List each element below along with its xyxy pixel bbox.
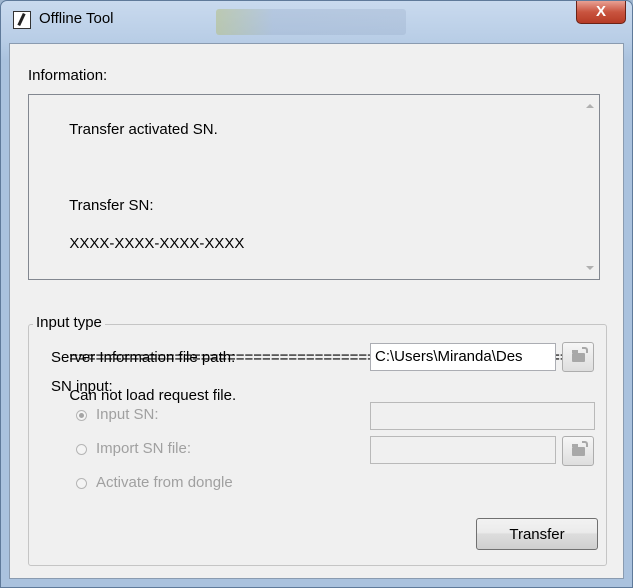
title-bar[interactable]: Offline Tool X [1, 1, 632, 43]
app-icon [13, 11, 31, 29]
import-sn-file-label: Import SN file: [96, 440, 192, 457]
input-sn-radio[interactable] [76, 410, 87, 421]
activate-from-dongle-label: Activate from dongle [96, 474, 233, 491]
information-label: Information: [28, 67, 108, 84]
server-info-path-field[interactable]: C:\Users\Miranda\Des [370, 343, 556, 371]
vertical-scrollbar[interactable] [582, 95, 599, 279]
import-sn-file-field[interactable] [370, 436, 556, 464]
info-line: Transfer activated SN. [69, 121, 218, 138]
information-textbox[interactable]: Transfer activated SN. Transfer SN: XXXX… [28, 94, 600, 404]
input-sn-field[interactable] [370, 402, 595, 430]
dialog-body: Information: Transfer activated SN. Tran… [9, 43, 624, 579]
sn-input-label: SN input: [51, 378, 113, 395]
input-type-legend: Input type [33, 314, 105, 331]
scroll-down-icon[interactable] [586, 266, 594, 270]
activate-from-dongle-radio[interactable] [76, 478, 87, 489]
scroll-up-icon[interactable] [586, 104, 594, 108]
folder-open-icon [572, 347, 588, 362]
server-info-label: Server Information file path: [51, 349, 236, 366]
info-line: XXXX-XXXX-XXXX-XXXX [69, 235, 245, 252]
input-sn-label: Input SN: [96, 406, 159, 423]
import-sn-file-radio[interactable] [76, 444, 87, 455]
offline-tool-window: Offline Tool X Information: Transfer act… [0, 0, 633, 588]
server-info-browse-button[interactable] [562, 342, 594, 372]
import-sn-browse-button[interactable] [562, 436, 594, 466]
info-line: Transfer SN: [69, 197, 154, 214]
close-icon: X [595, 3, 606, 20]
transfer-button[interactable]: Transfer [476, 518, 598, 550]
background-blur [216, 9, 406, 35]
close-button[interactable]: X [576, 1, 626, 24]
input-type-group: Input type Server Information file path:… [28, 314, 607, 566]
folder-open-icon [572, 441, 588, 456]
window-title: Offline Tool [39, 10, 114, 27]
